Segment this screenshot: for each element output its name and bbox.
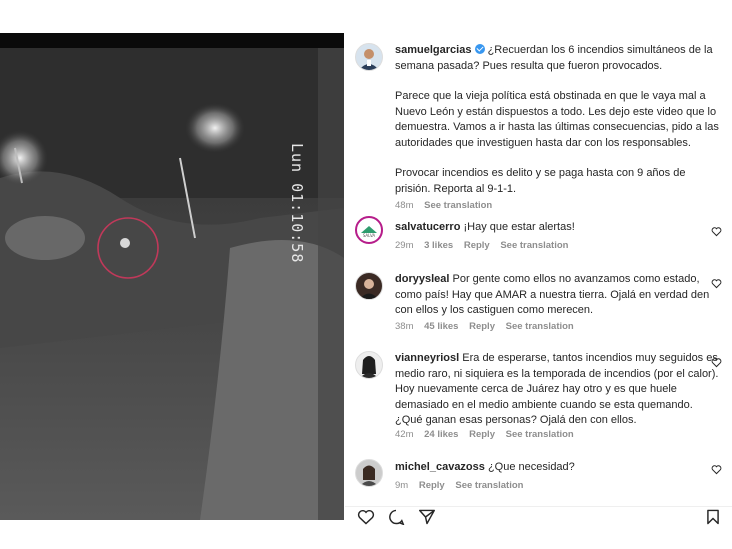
comment-likes[interactable]: 24 likes [424,429,458,440]
post-username[interactable]: samuelgarcias [395,44,471,56]
video-frame [0,48,344,520]
like-icon[interactable] [357,509,375,525]
comment-time: 9m [395,480,409,491]
avatar[interactable] [355,351,383,379]
comment-body: ¡Hay que estar alertas! [463,221,575,233]
comment-body: ¿Que necesidad? [487,461,575,473]
share-icon[interactable] [418,509,436,525]
comment-meta: 29m 3 likes Reply See translation [395,240,576,251]
comment-meta: 42m 24 likes Reply See translation [395,429,582,440]
post-details-panel: samuelgarcias ¿Recuerdan los 6 incendios… [345,33,732,533]
comment-like-icon[interactable] [711,357,722,368]
comment-username[interactable]: doryysleal [395,273,449,285]
comment-likes[interactable]: 3 likes [424,240,453,251]
comment-like-icon[interactable] [711,464,722,475]
caption-paragraph: Provocar incendios es delito y se paga h… [395,167,686,195]
video-top-bar [0,33,344,48]
verified-badge-icon [474,44,485,54]
video-timestamp-overlay: Lun 01:10:58 [288,143,306,264]
avatar[interactable] [355,272,383,300]
reply-button[interactable]: Reply [419,480,445,491]
comment-text: salvatucerro ¡Hay que estar alertas! [395,220,720,236]
comment-meta: 38m 45 likes Reply See translation [395,321,582,332]
comment-likes[interactable]: 45 likes [424,321,458,332]
caption-paragraph: Parece que la vieja política está obstin… [395,90,719,149]
comment-time: 42m [395,429,414,440]
reply-button[interactable]: Reply [464,240,490,251]
comment-like-icon[interactable] [711,226,722,237]
comment-icon[interactable] [387,509,405,525]
comment-like-icon[interactable] [711,278,722,289]
comment-text: vianneyriosl Era de esperarse, tantos in… [395,351,720,429]
comment-text: doryysleal Por gente como ellos no avanz… [395,272,720,319]
reply-button[interactable]: Reply [469,321,495,332]
comment-time: 29m [395,240,414,251]
video-player[interactable]: Lun 01:10:58 [0,33,344,520]
caption-meta: 48m See translation [395,200,500,211]
see-translation-link[interactable]: See translation [506,321,574,332]
comment-text: michel_cavazoss ¿Que necesidad? [395,460,720,476]
see-translation-link[interactable]: See translation [424,200,492,211]
comment-username[interactable]: vianneyriosl [395,352,459,364]
save-icon[interactable] [706,509,720,525]
post-time: 48m [395,200,414,211]
reply-button[interactable]: Reply [469,429,495,440]
see-translation-link[interactable]: See translation [500,240,568,251]
avatar[interactable]: SALVA [355,216,383,244]
comment-time: 38m [395,321,414,332]
comment-username[interactable]: salvatucerro [395,221,460,233]
post-action-bar [345,506,732,527]
see-translation-link[interactable]: See translation [455,480,523,491]
caption-text: samuelgarcias ¿Recuerdan los 6 incendios… [395,43,720,197]
avatar[interactable] [355,459,383,487]
svg-text:SALVA: SALVA [363,233,376,238]
see-translation-link[interactable]: See translation [506,429,574,440]
comment-username[interactable]: michel_cavazoss [395,461,485,473]
avatar[interactable] [355,43,383,71]
comment-meta: 9m Reply See translation [395,480,531,491]
